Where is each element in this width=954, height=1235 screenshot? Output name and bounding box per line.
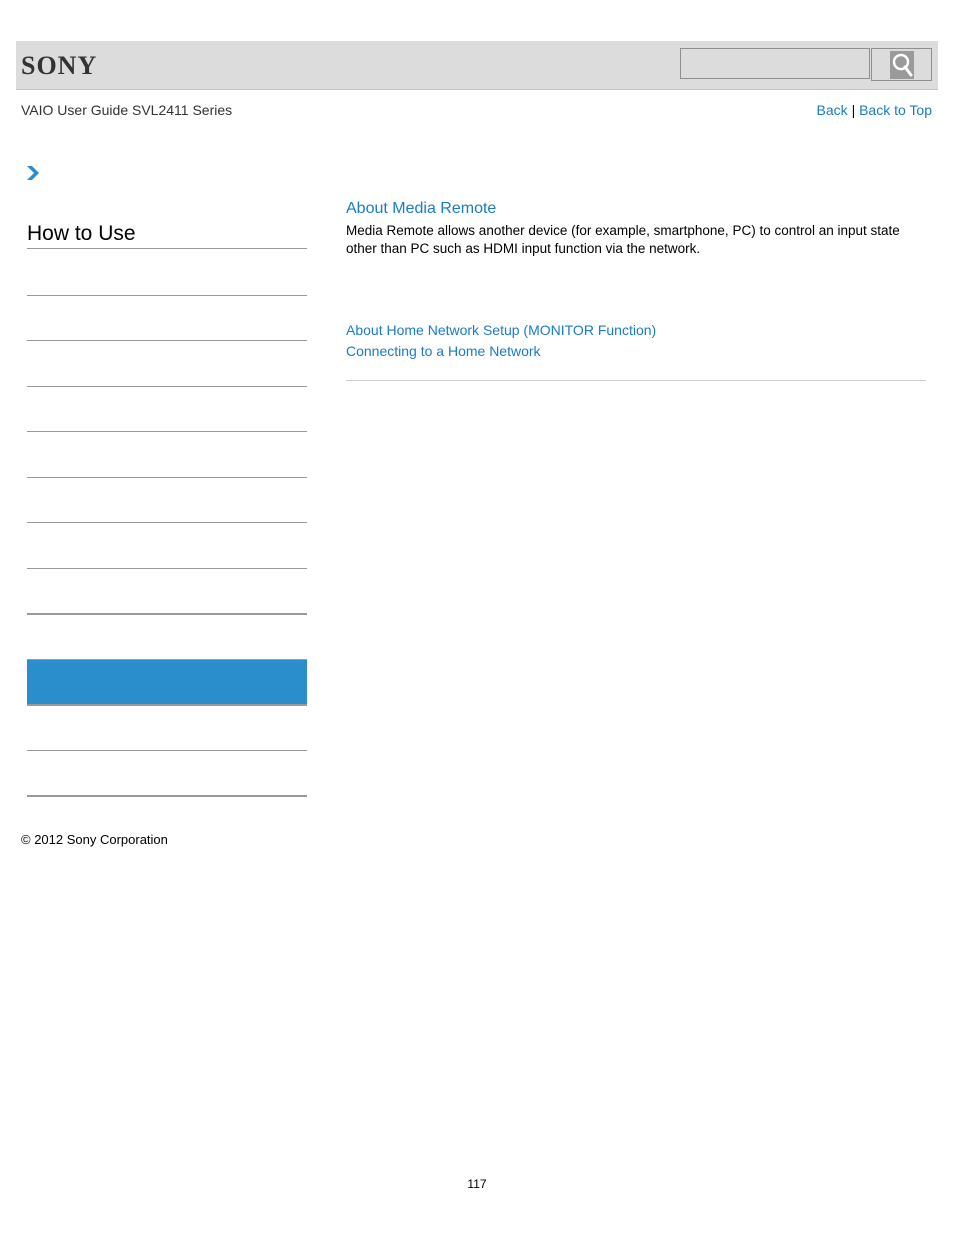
main-content: About Media Remote Media Remote allows a… xyxy=(346,200,926,258)
top-links: Back | Back to Top xyxy=(817,102,932,118)
section-title-link[interactable]: About Media Remote xyxy=(346,200,926,218)
copyright: © 2012 Sony Corporation xyxy=(21,832,168,847)
section-body: Media Remote allows another device (for … xyxy=(346,223,900,256)
sidebar-item-active[interactable] xyxy=(27,659,307,706)
content-divider xyxy=(346,380,926,381)
sidebar-item[interactable] xyxy=(27,432,307,478)
sidebar-item[interactable] xyxy=(27,250,307,296)
breadcrumb[interactable] xyxy=(26,165,40,186)
page-number: 117 xyxy=(467,1177,487,1191)
sidebar-heading: How to Use xyxy=(27,222,307,249)
related-links: About Home Network Setup (MONITOR Functi… xyxy=(346,320,656,362)
link-separator: | xyxy=(851,102,856,118)
sidebar-item[interactable] xyxy=(27,751,307,797)
sidebar-item[interactable] xyxy=(27,387,307,432)
back-link[interactable]: Back xyxy=(817,102,848,118)
related-link-home-network-setup[interactable]: About Home Network Setup (MONITOR Functi… xyxy=(346,320,656,341)
sidebar-item[interactable] xyxy=(27,478,307,523)
sidebar-item[interactable] xyxy=(27,706,307,751)
search-icon xyxy=(889,50,914,79)
sidebar-item[interactable] xyxy=(27,296,307,341)
sidebar-item[interactable] xyxy=(27,569,307,615)
sidebar-item[interactable] xyxy=(27,341,307,387)
guide-title: VAIO User Guide SVL2411 Series xyxy=(21,102,233,118)
header-bar: SONY xyxy=(16,41,938,90)
search-input[interactable] xyxy=(680,48,870,79)
back-to-top-link[interactable]: Back to Top xyxy=(859,102,932,118)
chevron-right-icon xyxy=(27,166,39,180)
sidebar-item[interactable] xyxy=(27,523,307,569)
related-link-connecting-home-network[interactable]: Connecting to a Home Network xyxy=(346,341,656,362)
sony-logo: SONY xyxy=(21,51,98,80)
search-button[interactable] xyxy=(871,48,932,81)
